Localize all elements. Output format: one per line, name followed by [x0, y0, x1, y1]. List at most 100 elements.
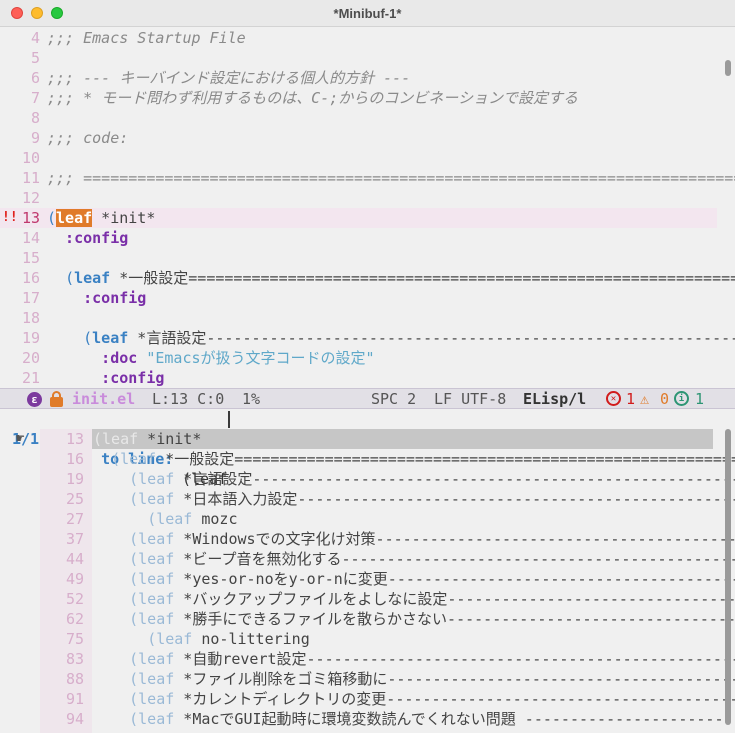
- line-code: :config: [47, 289, 147, 307]
- line-code: ;;; --- キーバインド設定における個人的方針 ---: [47, 69, 411, 87]
- candidate-text: (leaf *言語設定-----------------------------…: [129, 470, 735, 488]
- editor-line[interactable]: 21 :config: [0, 368, 717, 388]
- candidate-text: (leaf *勝手にできるファイルを散らかさない----------------…: [129, 610, 735, 628]
- editor-line[interactable]: 5: [0, 48, 717, 68]
- candidate-line-number: 16: [65, 450, 84, 468]
- candidate-item[interactable]: 27 (leaf mozc: [0, 509, 717, 529]
- minibuffer-prompt-line[interactable]: 1/137 Go to line: (leaf: [0, 409, 717, 488]
- editor-line[interactable]: 9 ;;; code:: [0, 128, 717, 148]
- line-code: (leaf *一般設定=============================…: [65, 269, 735, 287]
- candidate-line-number: 25: [65, 490, 84, 508]
- candidate-line-number: 75: [65, 630, 84, 648]
- window-title: *Minibuf-1*: [333, 6, 402, 21]
- candidate-text: (leaf *自動revert設定-----------------------…: [129, 650, 735, 668]
- candidate-text: (leaf mozc: [147, 510, 238, 528]
- editor-line[interactable]: 17 :config: [0, 288, 717, 308]
- emacs-mode-icon: ε: [27, 392, 42, 407]
- candidate-item[interactable]: 88 (leaf *ファイル削除をゴミ箱移動に-----------------…: [0, 669, 735, 689]
- candidate-item[interactable]: 16 (leaf *一般設定==========================…: [0, 449, 735, 469]
- candidate-text: (leaf *一般設定=============================…: [111, 450, 735, 468]
- indent-setting[interactable]: SPC 2: [371, 389, 416, 409]
- line-number: 6: [30, 69, 40, 87]
- major-mode[interactable]: ELisp/l: [523, 389, 586, 409]
- editor-line[interactable]: 7 ;;; * モード問わず利用するものは、C-;からのコンビネーションで設定する: [0, 88, 717, 108]
- candidate-item[interactable]: 94 (leaf *MacでGUI起動時に環境変数読んでくれない問題 -----…: [0, 709, 733, 729]
- editor-line[interactable]: 18: [0, 308, 717, 328]
- lock-icon: [50, 391, 63, 407]
- editor-line[interactable]: 20 :doc "Emacsが扱う文字コードの設定": [0, 348, 717, 368]
- candidate-line-number: 52: [65, 590, 84, 608]
- candidate-text: (leaf *カレントディレクトリの変更--------------------…: [129, 690, 735, 708]
- candidate-text: (leaf *バックアップファイルをよしなに設定----------------…: [129, 590, 735, 608]
- candidate-line-number: 27: [65, 510, 84, 528]
- candidate-item[interactable]: 52 (leaf *バックアップファイルをよしなに設定-------------…: [0, 589, 735, 609]
- candidate-text: (leaf *ファイル削除をゴミ箱移動に--------------------…: [129, 670, 735, 688]
- candidate-item[interactable]: ☛ 13 (leaf *init*: [0, 429, 717, 449]
- line-number: 5: [30, 49, 40, 67]
- editor-line[interactable]: 11 ;;; ==================================…: [0, 168, 735, 188]
- candidate-line-number: 88: [65, 670, 84, 688]
- title-bar[interactable]: *Minibuf-1*: [0, 0, 735, 27]
- candidate-item[interactable]: 91 (leaf *カレントディレクトリの変更-----------------…: [0, 689, 735, 709]
- error-count[interactable]: 1: [626, 389, 635, 409]
- line-code: ;;; Emacs Startup File: [47, 29, 246, 47]
- info-count[interactable]: 1: [695, 389, 704, 409]
- candidate-item[interactable]: 62 (leaf *勝手にできるファイルを散らかさない-------------…: [0, 609, 735, 629]
- line-code: :config: [47, 369, 165, 387]
- candidate-text: (leaf *MacでGUI起動時に環境変数読んでくれない問題 --------…: [129, 710, 733, 728]
- candidate-line-number: 19: [65, 470, 84, 488]
- emacs-window: *Minibuf-1* 4 ;;; Emacs Startup File 5 6;;;…: [0, 0, 735, 733]
- pointer-hand-icon: ☛: [16, 431, 25, 447]
- editor-scrollbar[interactable]: [725, 60, 731, 76]
- candidate-item[interactable]: 75 (leaf no-littering: [0, 629, 717, 649]
- candidate-item[interactable]: 49 (leaf *yes-or-noをy-or-nに変更-----------…: [0, 569, 735, 589]
- minibuffer[interactable]: 1/137 Go to line: (leaf ☛ 13 (leaf *init* 1…: [0, 409, 735, 733]
- candidate-line-number: 49: [65, 570, 84, 588]
- buffer-percent: 1%: [242, 390, 261, 408]
- editor-line[interactable]: 4 ;;; Emacs Startup File: [0, 28, 717, 48]
- editor-line[interactable]: 8: [0, 108, 717, 128]
- line-number: 18: [21, 309, 40, 327]
- candidate-text: (leaf no-littering: [147, 630, 310, 648]
- candidate-item[interactable]: 25 (leaf *日本語入力設定-----------------------…: [0, 489, 735, 509]
- line-number: 17: [21, 289, 40, 307]
- text-cursor: [228, 411, 230, 428]
- line-number: 14: [21, 229, 40, 247]
- candidate-line-number: 83: [65, 650, 84, 668]
- editor-line[interactable]: 10: [0, 148, 717, 168]
- minibuffer-scrollbar[interactable]: [725, 429, 731, 725]
- editor-line[interactable]: 14 :config: [0, 228, 717, 248]
- line-code: ;;; * モード問わず利用するものは、C-;からのコンビネーションで設定する: [47, 89, 578, 107]
- editor-line[interactable]: 12: [0, 188, 717, 208]
- line-code: :config: [47, 229, 129, 247]
- candidate-item[interactable]: 19 (leaf *言語設定--------------------------…: [0, 469, 735, 489]
- candidate-item[interactable]: 44 (leaf *ビープ音を無効化する--------------------…: [0, 549, 735, 569]
- candidate-item[interactable]: 83 (leaf *自動revert設定--------------------…: [0, 649, 735, 669]
- line-code: :doc "Emacsが扱う文字コードの設定": [47, 349, 375, 367]
- candidate-line-number: 13: [65, 430, 84, 448]
- editor-line[interactable]: 15: [0, 248, 717, 268]
- line-code: ;;; ====================================…: [47, 169, 735, 187]
- editor-line[interactable]: 19 (leaf *言語設定--------------------------…: [0, 328, 735, 348]
- candidate-text: (leaf *ビープ音を無効化する-----------------------…: [129, 550, 735, 568]
- candidate-text: (leaf *yes-or-noをy-or-nに変更--------------…: [129, 570, 735, 588]
- line-number: 15: [21, 249, 40, 267]
- line-number: 9: [30, 129, 40, 147]
- eol-encoding[interactable]: LF UTF-8: [434, 389, 506, 409]
- editor-line[interactable]: 6 ;;; --- キーバインド設定における個人的方針 ---: [0, 68, 717, 88]
- candidate-line-number: 62: [65, 610, 84, 628]
- editor-buffer[interactable]: 4 ;;; Emacs Startup File 5 6 ;;; --- キーバインド設…: [0, 28, 735, 388]
- editor-line[interactable]: 16 (leaf *一般設定==========================…: [0, 268, 735, 288]
- mode-line: ε init.el L:13 C:0 1% SPC 2 LF UTF-8 ELi…: [0, 388, 735, 409]
- warning-count[interactable]: 0: [660, 389, 669, 409]
- editor-line[interactable]: 13!! (leaf *init*: [0, 208, 717, 228]
- line-number: 21: [21, 369, 40, 387]
- buffer-filename[interactable]: init.el: [72, 389, 135, 409]
- fringe-error-mark: !!: [2, 210, 18, 225]
- line-code: ;;; code:: [47, 129, 129, 147]
- candidate-line-number: 37: [65, 530, 84, 548]
- line-number: 16: [21, 269, 40, 287]
- candidate-item[interactable]: 37 (leaf *Windowsでの文字化け対策---------------…: [0, 529, 735, 549]
- line-code: (leaf *言語設定-----------------------------…: [83, 329, 735, 347]
- candidate-text: (leaf *init*: [93, 429, 202, 449]
